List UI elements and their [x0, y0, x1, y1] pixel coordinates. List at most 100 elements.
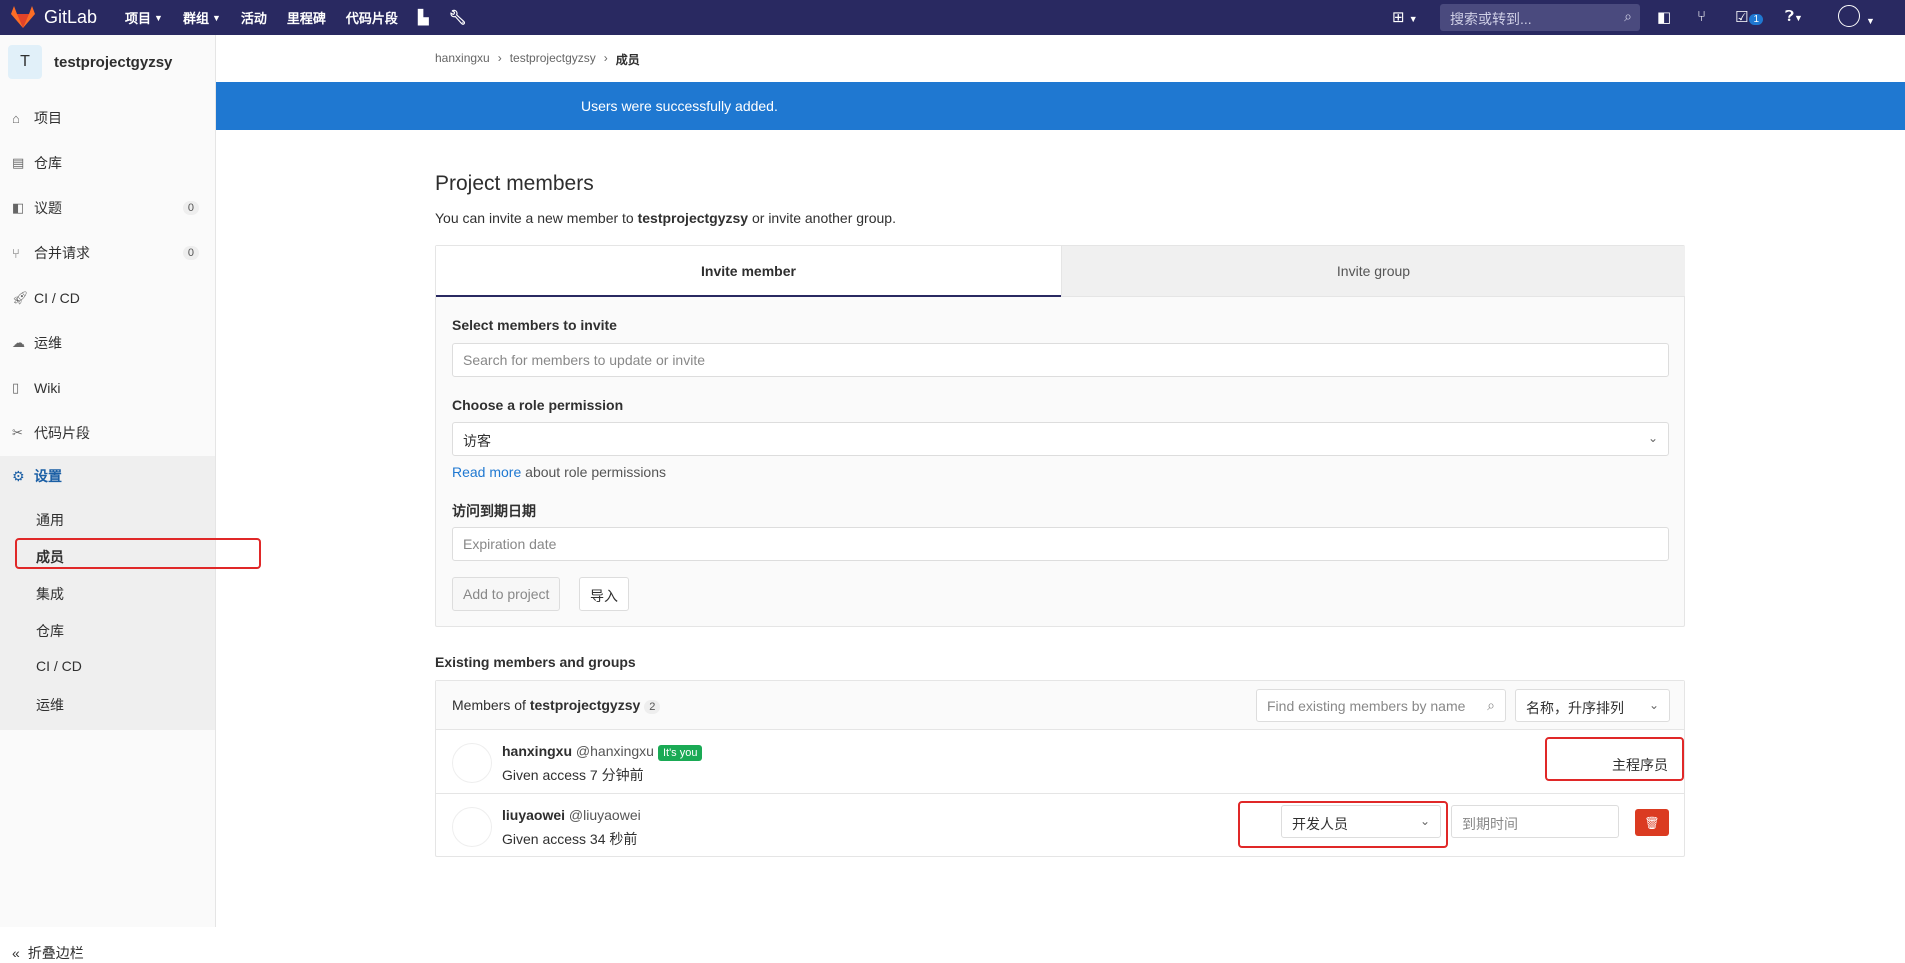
sidebar-item-label: 运维: [34, 335, 62, 351]
sidebar-item-repository[interactable]: ▤ 仓库: [0, 151, 215, 175]
settings-sub-cicd[interactable]: CI / CD: [36, 658, 82, 674]
merge-request-icon: ⑂: [12, 245, 20, 261]
sidebar-item-snippets[interactable]: ✂ 代码片段: [0, 421, 215, 445]
members-of-text: Members of: [452, 697, 530, 713]
role-select[interactable]: 访客 ⌄: [452, 422, 1669, 456]
subtitle-text: or invite another group.: [748, 210, 896, 226]
expiration-label: 访问到期日期: [452, 503, 536, 519]
member-name-line: hanxingxu @hanxingxu It's you: [502, 743, 703, 761]
member-access-time: Given access 34 秒前: [502, 831, 638, 847]
member-handle: @liuyaowei: [568, 807, 641, 823]
sidebar-item-label: 仓库: [34, 155, 62, 171]
project-avatar: T: [8, 45, 42, 79]
search-icon: ⌕: [1487, 697, 1495, 713]
member-row: liuyaowei @liuyaowei Given access 34 秒前 …: [436, 795, 1684, 858]
page-title: Project members: [435, 172, 594, 195]
read-more-link[interactable]: Read more: [452, 464, 521, 480]
double-chevron-left-icon: «: [12, 945, 20, 961]
todo-count-badge: 1: [1749, 14, 1764, 25]
members-search-input[interactable]: Search for members to update or invite: [452, 343, 1669, 377]
member-name[interactable]: hanxingxu: [502, 743, 572, 759]
collapse-sidebar-button[interactable]: « 折叠边栏: [12, 943, 84, 963]
breadcrumb-current[interactable]: 成员: [616, 51, 640, 68]
chevron-down-icon[interactable]: ▼: [1866, 11, 1875, 28]
invite-card: Invite member Invite group Select member…: [435, 245, 1685, 627]
nav-groups[interactable]: 群组 ▼: [183, 8, 221, 27]
sidebar-item-issues[interactable]: ◧ 议题 0: [0, 196, 215, 220]
expiration-date-input[interactable]: Expiration date: [452, 527, 1669, 561]
chevron-down-icon: ▼: [154, 12, 163, 23]
nav-projects[interactable]: 项目 ▼: [125, 8, 163, 27]
import-button[interactable]: 导入: [579, 577, 629, 611]
merge-request-icon[interactable]: ⑂: [1697, 8, 1706, 25]
sort-dropdown[interactable]: 名称，升序排列 ⌄: [1515, 689, 1670, 722]
remove-member-button[interactable]: 🗑︎: [1635, 809, 1669, 836]
flash-text: Users were successfully added.: [581, 98, 778, 114]
read-more-suffix: about role permissions: [521, 464, 667, 480]
sidebar-item-cicd[interactable]: 🚀︎ CI / CD: [0, 286, 215, 310]
expiration-placeholder: Expiration date: [463, 536, 557, 552]
role-permission-label: Choose a role permission: [452, 397, 624, 413]
select-members-label: Select members to invite: [452, 317, 617, 333]
breadcrumb-separator: ›: [497, 51, 502, 65]
breadcrumb-user[interactable]: hanxingxu: [435, 51, 490, 68]
book-icon: ▯: [12, 380, 20, 395]
gitlab-logo[interactable]: GitLab: [10, 5, 97, 29]
cloud-gear-icon: ☁: [12, 335, 25, 350]
sidebar-item-project[interactable]: ⌂ 项目: [0, 106, 215, 130]
tab-invite-group[interactable]: Invite group: [1061, 246, 1685, 297]
sidebar-item-label: 项目: [34, 110, 62, 126]
sidebar-item-wiki[interactable]: ▯ Wiki: [0, 376, 215, 400]
todo-icon[interactable]: ☑ 1: [1735, 8, 1764, 26]
sidebar-item-label: 代码片段: [34, 425, 90, 441]
nav-activity[interactable]: 活动: [241, 8, 267, 27]
find-members-input[interactable]: Find existing members by name ⌕: [1256, 689, 1506, 722]
sidebar-item-operations[interactable]: ☁ 运维: [0, 331, 215, 355]
issues-icon[interactable]: ◧: [1657, 8, 1671, 26]
doc-icon: ▤: [12, 155, 25, 170]
sidebar-item-label: 议题: [34, 200, 62, 216]
avatar[interactable]: [452, 743, 492, 783]
trash-icon: 🗑︎: [1644, 815, 1660, 830]
member-expiration-input[interactable]: 到期时间: [1451, 805, 1619, 838]
breadcrumb-separator: ›: [603, 51, 608, 65]
nav-milestones[interactable]: 里程碑: [287, 8, 326, 27]
sort-value: 名称，升序排列: [1526, 700, 1624, 716]
member-expiration-placeholder: 到期时间: [1462, 816, 1518, 832]
chart-icon[interactable]: ▙: [418, 9, 429, 26]
member-name[interactable]: liuyaowei: [502, 807, 565, 823]
sidebar-item-label: Wiki: [34, 380, 61, 396]
global-search-input[interactable]: 搜索或转到... ⌕: [1440, 4, 1640, 31]
role-select-value: 访客: [463, 433, 491, 449]
gear-icon: ⚙: [12, 467, 25, 484]
breadcrumb-project[interactable]: testprojectgyzsy: [510, 51, 596, 68]
member-row: hanxingxu @hanxingxu It's you Given acces…: [436, 731, 1684, 794]
sidebar-project-header[interactable]: T testprojectgyzsy: [8, 45, 172, 79]
page-subtitle: You can invite a new member to testproje…: [435, 210, 896, 226]
settings-sub-operations[interactable]: 运维: [36, 695, 64, 715]
plus-square-icon[interactable]: ⊞ ▼: [1392, 8, 1418, 26]
find-members-placeholder: Find existing members by name: [1267, 698, 1466, 714]
user-avatar-icon[interactable]: [1838, 5, 1860, 27]
collapse-label: 折叠边栏: [27, 945, 84, 961]
nav-snippets[interactable]: 代码片段: [346, 8, 398, 27]
sidebar-item-settings[interactable]: ⚙ 设置: [12, 466, 62, 486]
main-nav: 项目 ▼ 群组 ▼ 活动 里程碑 代码片段 ▙ 🔧︎: [125, 0, 466, 35]
wrench-icon[interactable]: 🔧︎: [449, 9, 467, 26]
read-more-line: Read more about role permissions: [452, 464, 666, 480]
scissors-icon: ✂: [12, 425, 23, 440]
settings-sub-integrations[interactable]: 集成: [36, 584, 64, 604]
avatar[interactable]: [452, 807, 492, 847]
help-icon[interactable]: ❓︎▼: [1785, 8, 1803, 25]
nav-projects-label: 项目: [125, 11, 152, 26]
settings-sub-general[interactable]: 通用: [36, 510, 64, 530]
sidebar-item-merge-requests[interactable]: ⑂ 合并请求 0: [0, 241, 215, 265]
tab-invite-member[interactable]: Invite member: [436, 246, 1061, 297]
add-to-project-button[interactable]: Add to project: [452, 577, 561, 611]
members-panel: Members of testprojectgyzsy 2 Find existi…: [435, 680, 1685, 857]
settings-sub-repository[interactable]: 仓库: [36, 621, 64, 641]
highlight-box-members: [15, 538, 261, 569]
subtitle-project: testprojectgyzsy: [637, 210, 749, 226]
sidebar-item-label: CI / CD: [34, 290, 80, 306]
members-of-label: Members of testprojectgyzsy 2: [452, 697, 661, 714]
